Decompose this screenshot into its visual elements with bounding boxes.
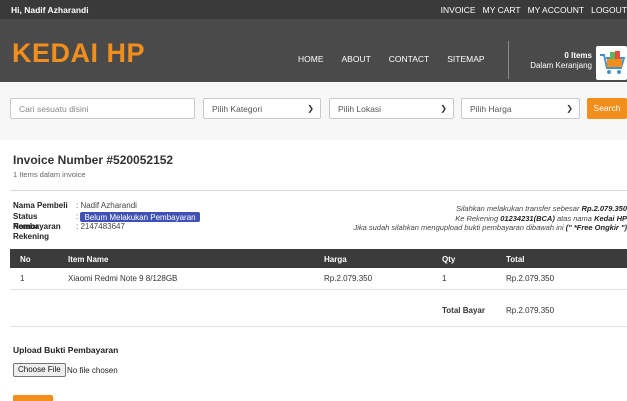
- cell-no: 1: [20, 274, 25, 283]
- divider: [10, 190, 627, 191]
- price-select[interactable]: Pilih Harga ❯: [461, 98, 580, 119]
- location-select[interactable]: Pilih Lokasi ❯: [329, 98, 454, 119]
- cart-count: 0 Items: [564, 51, 592, 60]
- top-bar: Hi, Nadif Azharandi INVOICE MY CART MY A…: [0, 0, 627, 19]
- status-label: Status Pembayaran: [13, 211, 61, 231]
- account-label: Nomor Rekening: [13, 222, 50, 241]
- invoice-subtitle: 1 Items dalam invoice: [13, 170, 86, 179]
- payment-instructions: Silahkan melakukan transfer sebesar Rp.2…: [297, 204, 627, 233]
- cell-qty: 1: [442, 274, 447, 283]
- search-bar: Cari sesuatu disini Pilih Kategori ❯ Pil…: [0, 82, 627, 140]
- logout-link[interactable]: LOGOUT: [591, 5, 627, 15]
- total-label: Total Bayar: [442, 306, 485, 315]
- chevron-down-icon: ❯: [307, 104, 314, 113]
- price-value: Pilih Harga: [470, 104, 512, 114]
- col-qty: Qty: [442, 255, 456, 264]
- note-line-1: Silahkan melakukan transfer sebesar Rp.2…: [456, 204, 627, 213]
- location-value: Pilih Lokasi: [338, 104, 381, 114]
- col-harga: Harga: [324, 255, 347, 264]
- chevron-down-icon: ❯: [440, 104, 447, 113]
- account-value: : 2147483647: [76, 222, 125, 231]
- account-links: INVOICE MY CART MY ACCOUNT LOGOUT: [441, 5, 627, 15]
- my-account-link[interactable]: MY ACCOUNT: [528, 5, 585, 15]
- invoice-title: Invoice Number #520052152: [13, 153, 174, 167]
- category-select[interactable]: Pilih Kategori ❯: [203, 98, 321, 119]
- buyer-label: Nama Pembeli: [13, 201, 68, 210]
- cell-item-name: Xiaomi Redmi Note 9 8/128GB: [68, 274, 178, 283]
- choose-file-button[interactable]: Choose File: [13, 363, 66, 377]
- greeting: Hi, Nadif Azharandi: [11, 5, 89, 15]
- buyer-info: Nama Pembeli : Nadif Azharandi Status Pe…: [13, 201, 200, 241]
- site-logo[interactable]: KEDAI HP: [12, 38, 145, 69]
- cart-summary[interactable]: 0 Items Dalam Keranjang: [515, 51, 592, 71]
- cell-total: Rp.2.079.350: [506, 274, 555, 283]
- file-status: No file chosen: [67, 366, 118, 375]
- cell-harga: Rp.2.079.350: [324, 274, 373, 283]
- note-line-2: Ke Rekening 01234231(BCA) atas nama Keda…: [455, 213, 627, 223]
- submit-button[interactable]: [13, 395, 53, 401]
- divider: [10, 326, 627, 327]
- table-header: No Item Name Harga Qty Total: [10, 249, 627, 268]
- invoice-link[interactable]: INVOICE: [441, 5, 476, 15]
- upload-title: Upload Bukti Pembayaran: [13, 345, 119, 355]
- my-cart-link[interactable]: MY CART: [483, 5, 521, 15]
- nav-contact[interactable]: CONTACT: [389, 54, 429, 64]
- main-nav: HOME ABOUT CONTACT SITEMAP: [298, 54, 503, 64]
- buyer-value: : Nadif Azharandi: [76, 201, 137, 210]
- search-input[interactable]: Cari sesuatu disini: [10, 98, 195, 119]
- cart-label: Dalam Keranjang: [530, 61, 592, 70]
- table-row: 1 Xiaomi Redmi Note 9 8/128GB Rp.2.079.3…: [10, 268, 627, 290]
- invoice-panel: Invoice Number #520052152 1 Items dalam …: [0, 140, 627, 401]
- nav-divider: [508, 41, 509, 79]
- total-row: Total Bayar Rp.2.079.350: [10, 300, 627, 322]
- nav-about[interactable]: ABOUT: [342, 54, 371, 64]
- chevron-down-icon: ❯: [566, 104, 573, 113]
- note-line-3: Jika sudah silahkan mengupload bukti pem…: [353, 223, 627, 232]
- search-button[interactable]: Search: [587, 98, 627, 119]
- nav-sitemap[interactable]: SITEMAP: [447, 54, 484, 64]
- col-no: No: [20, 255, 31, 264]
- total-value: Rp.2.079.350: [506, 306, 555, 315]
- status-badge: Belum Melakukan Pembayaran: [80, 211, 200, 222]
- header: KEDAI HP HOME ABOUT CONTACT SITEMAP 0 It…: [0, 19, 627, 82]
- col-total: Total: [506, 255, 525, 264]
- col-item-name: Item Name: [68, 255, 109, 264]
- category-value: Pilih Kategori: [212, 104, 263, 114]
- nav-home[interactable]: HOME: [298, 54, 324, 64]
- shopping-cart-icon[interactable]: [596, 46, 627, 80]
